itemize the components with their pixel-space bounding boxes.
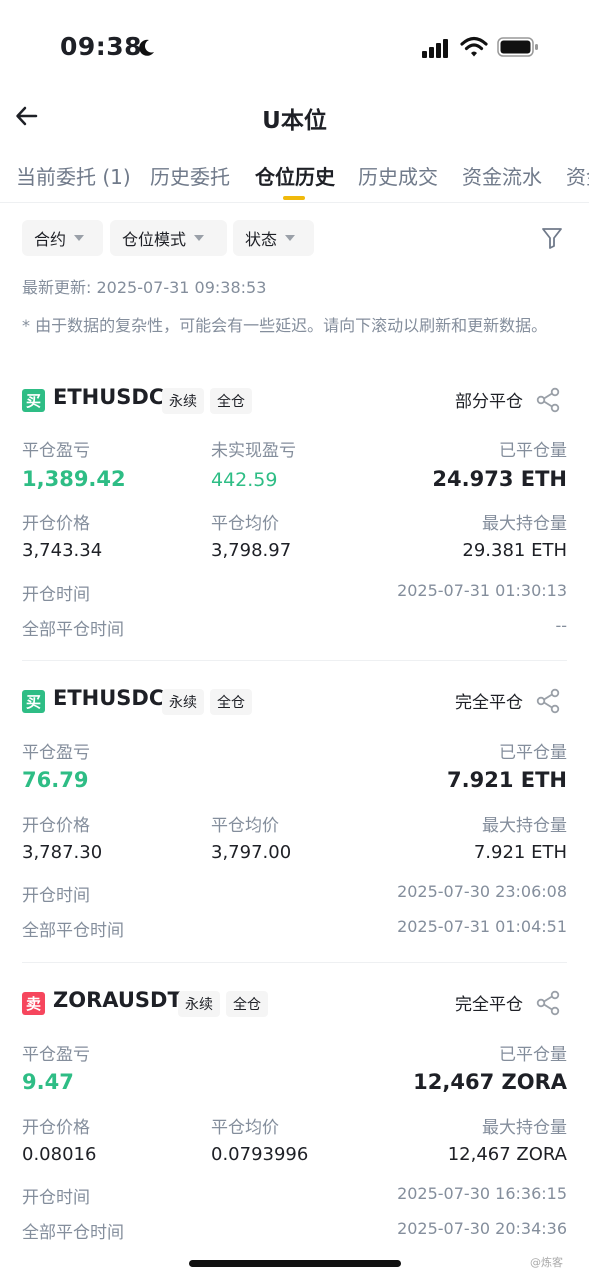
open-price-label: 开仓价格 xyxy=(22,1118,90,1138)
open-price-value: 0.08016 xyxy=(22,1144,97,1165)
max-position-label: 最大持仓量 xyxy=(482,514,567,534)
max-position-label: 最大持仓量 xyxy=(482,816,567,836)
max-position-label: 最大持仓量 xyxy=(482,1118,567,1138)
close-pnl-label: 平仓盈亏 xyxy=(22,743,90,763)
open-time-value: 2025-07-31 01:30:13 xyxy=(397,581,567,600)
tab-trade-history[interactable]: 历史成交 xyxy=(358,161,438,190)
open-price-value: 3,787.30 xyxy=(22,842,103,863)
share-icon[interactable] xyxy=(535,688,561,714)
avg-close-price-value: 3,797.00 xyxy=(211,842,292,863)
status-filter-dropdown[interactable]: 状态 xyxy=(233,220,314,256)
active-tab-indicator xyxy=(283,196,305,200)
filter-funnel-icon[interactable] xyxy=(541,226,563,250)
margin-mode-tag: 全仓 xyxy=(226,991,268,1017)
closed-qty-label: 已平仓量 xyxy=(499,1045,567,1065)
open-price-label: 开仓价格 xyxy=(22,816,90,836)
tab-current-orders[interactable]: 当前委托 (1) xyxy=(16,161,131,190)
full-close-time-value: -- xyxy=(555,616,567,635)
moon-icon xyxy=(139,39,154,56)
position-status: 完全平仓 xyxy=(455,995,523,1015)
open-time-value: 2025-07-30 16:36:15 xyxy=(397,1184,567,1203)
position-status: 部分平仓 xyxy=(455,392,523,412)
share-icon[interactable] xyxy=(535,387,561,413)
close-pnl-value: 76.79 xyxy=(22,768,89,792)
avg-close-price-label: 平仓均价 xyxy=(211,816,279,836)
position-mode-filter-dropdown[interactable]: 仓位模式 xyxy=(110,220,227,256)
close-pnl-value: 1,389.42 xyxy=(22,467,126,491)
share-icon[interactable] xyxy=(535,990,561,1016)
unrealized-pnl-value: 442.59 xyxy=(211,469,278,491)
closed-qty-label: 已平仓量 xyxy=(499,441,567,461)
tab-funds[interactable]: 资金 xyxy=(566,161,589,190)
symbol: ETHUSDC xyxy=(53,385,165,409)
open-price-label: 开仓价格 xyxy=(22,514,90,534)
card-divider xyxy=(22,962,567,963)
closed-qty-value: 7.921 ETH xyxy=(447,768,567,792)
close-pnl-value: 9.47 xyxy=(22,1070,74,1094)
status-filter-label: 状态 xyxy=(245,230,278,249)
avg-close-price-label: 平仓均价 xyxy=(211,1118,279,1138)
contract-filter-label: 合约 xyxy=(34,230,67,249)
open-time-label: 开仓时间 xyxy=(22,585,90,605)
last-update-text: 最新更新: 2025-07-31 09:38:53 xyxy=(22,278,267,297)
symbol: ETHUSDC xyxy=(53,686,165,710)
position-status: 完全平仓 xyxy=(455,693,523,713)
home-indicator xyxy=(189,1260,401,1267)
open-time-label: 开仓时间 xyxy=(22,886,90,906)
closed-qty-value: 12,467 ZORA xyxy=(413,1070,567,1094)
close-pnl-label: 平仓盈亏 xyxy=(22,441,90,461)
full-close-time-label: 全部平仓时间 xyxy=(22,620,124,640)
page-title: U本位 xyxy=(262,108,327,134)
status-bar: 09:38 xyxy=(0,0,589,95)
side-badge-buy: 买 xyxy=(22,690,45,713)
avg-close-price-label: 平仓均价 xyxy=(211,514,279,534)
watermark: @炼客 xyxy=(530,1256,563,1269)
symbol: ZORAUSDT xyxy=(53,988,182,1012)
status-time: 09:38 xyxy=(60,32,143,61)
card-divider xyxy=(22,660,567,661)
tab-position-history[interactable]: 仓位历史 xyxy=(255,161,335,190)
side-badge-buy: 买 xyxy=(22,389,45,412)
tab-bar: 当前委托 (1) 历史委托 仓位历史 历史成交 资金流水 资金 xyxy=(0,155,589,203)
max-position-value: 7.921 ETH xyxy=(473,842,567,863)
margin-mode-tag: 全仓 xyxy=(210,388,252,414)
open-time-value: 2025-07-30 23:06:08 xyxy=(397,882,567,901)
open-time-label: 开仓时间 xyxy=(22,1188,90,1208)
filter-bar: 合约 仓位模式 状态 xyxy=(22,220,567,256)
cellular-signal-icon xyxy=(422,39,448,58)
close-pnl-label: 平仓盈亏 xyxy=(22,1045,90,1065)
tab-order-history[interactable]: 历史委托 xyxy=(150,161,230,190)
full-close-time-label: 全部平仓时间 xyxy=(22,1223,124,1243)
back-arrow-icon[interactable] xyxy=(14,103,40,129)
avg-close-price-value: 3,798.97 xyxy=(211,540,292,561)
max-position-value: 12,467 ZORA xyxy=(447,1144,567,1165)
caret-down-icon xyxy=(74,235,85,241)
closed-qty-value: 24.973 ETH xyxy=(432,467,567,491)
full-close-time-value: 2025-07-30 20:34:36 xyxy=(397,1219,567,1238)
wifi-icon xyxy=(460,36,488,57)
margin-mode-tag: 全仓 xyxy=(210,689,252,715)
contract-type-tag: 永续 xyxy=(162,689,204,715)
avg-close-price-value: 0.0793996 xyxy=(211,1144,309,1165)
side-badge-sell: 卖 xyxy=(22,992,45,1015)
battery-icon xyxy=(497,37,538,57)
open-price-value: 3,743.34 xyxy=(22,540,103,561)
delay-notice: * 由于数据的复杂性，可能会有一些延迟。请向下滚动以刷新和更新数据。 xyxy=(22,316,548,335)
max-position-value: 29.381 ETH xyxy=(462,540,567,561)
caret-down-icon xyxy=(194,235,205,241)
contract-type-tag: 永续 xyxy=(162,388,204,414)
full-close-time-label: 全部平仓时间 xyxy=(22,921,124,941)
contract-type-tag: 永续 xyxy=(178,991,220,1017)
unrealized-pnl-label: 未实现盈亏 xyxy=(211,441,296,461)
nav-bar: U本位 xyxy=(0,95,589,139)
contract-filter-dropdown[interactable]: 合约 xyxy=(22,220,103,256)
tab-funding-flow[interactable]: 资金流水 xyxy=(462,161,542,190)
closed-qty-label: 已平仓量 xyxy=(499,743,567,763)
full-close-time-value: 2025-07-31 01:04:51 xyxy=(397,917,567,936)
caret-down-icon xyxy=(285,235,296,241)
position-mode-filter-label: 仓位模式 xyxy=(122,230,187,249)
